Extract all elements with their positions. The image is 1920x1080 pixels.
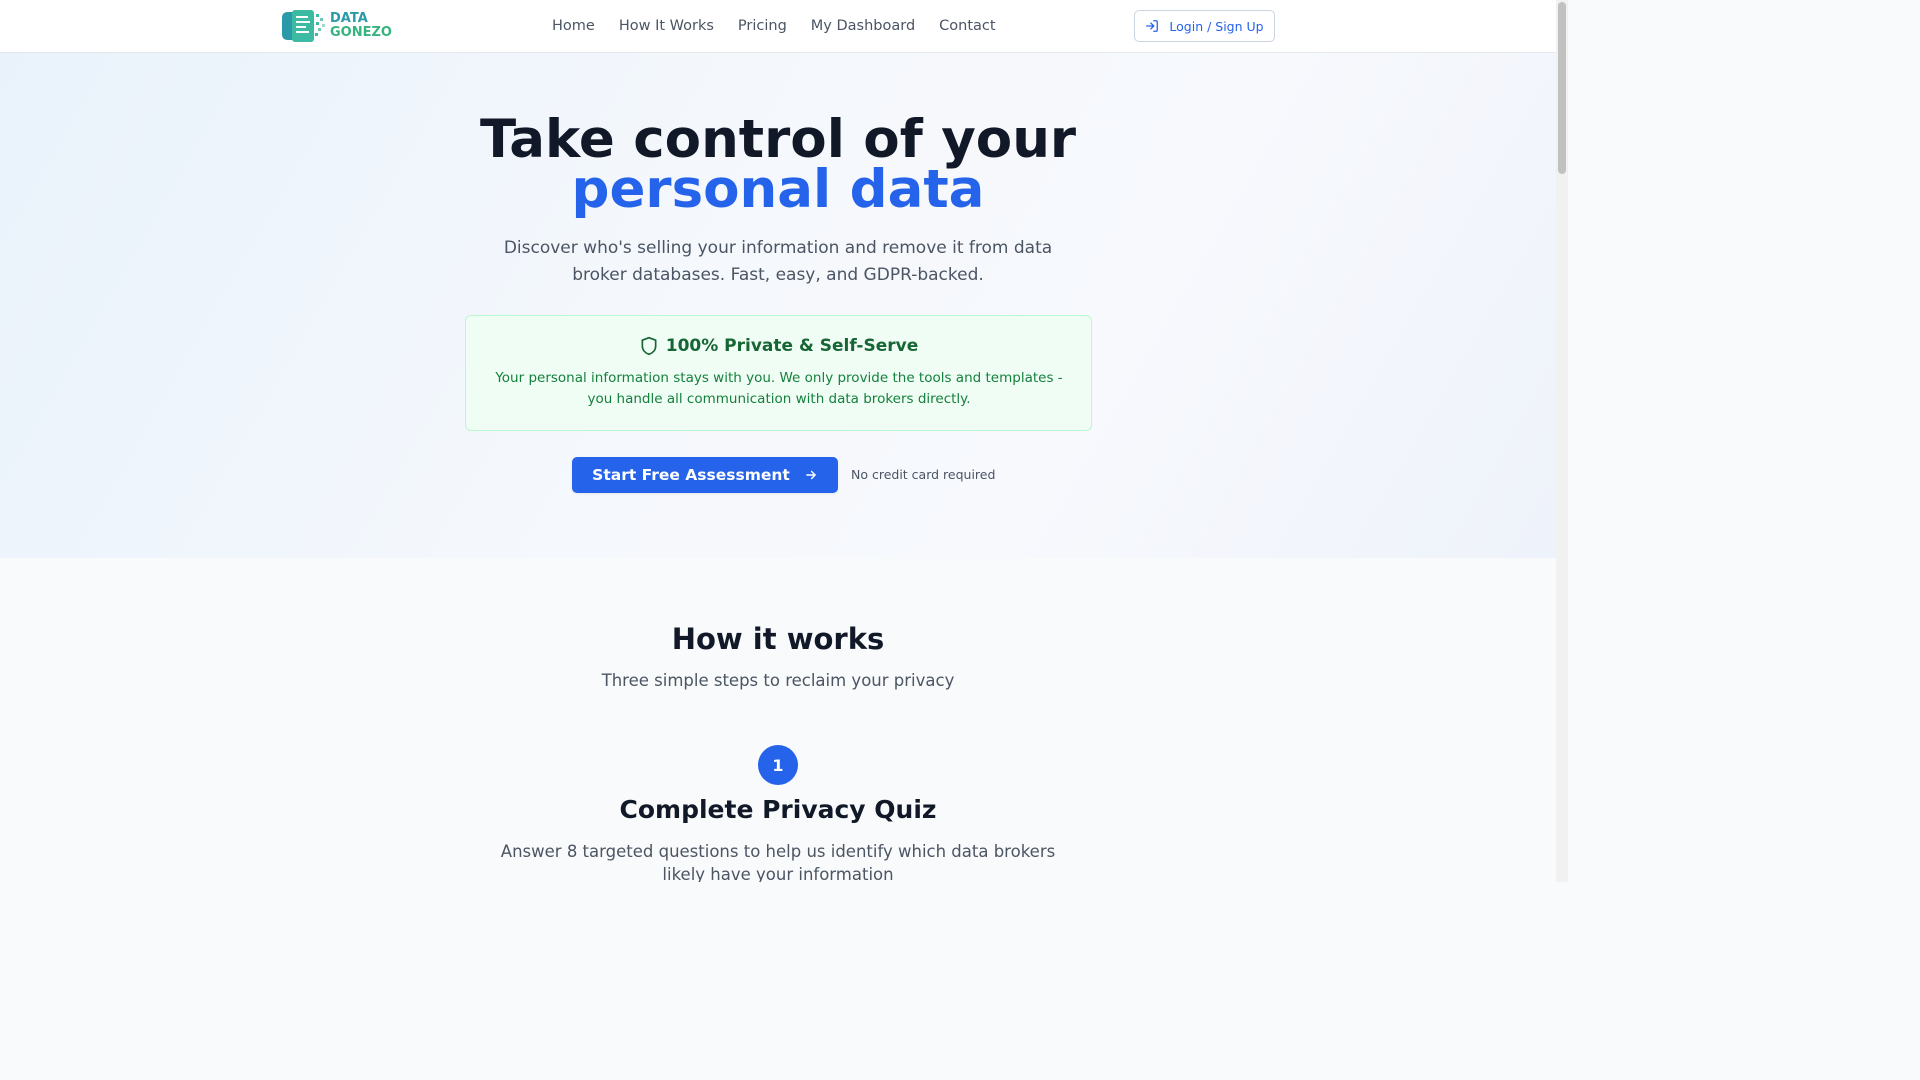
start-free-assessment-label: Start Free Assessment bbox=[592, 466, 790, 484]
brand-line-2: GONEZO bbox=[330, 25, 392, 40]
hero-subtitle: Discover who's selling your information … bbox=[503, 238, 1053, 285]
hero-title-line-2: personal data bbox=[571, 159, 985, 220]
privacy-notice-title-text: 100% Private & Self-Serve bbox=[665, 336, 919, 356]
start-free-assessment-button[interactable]: Start Free Assessment bbox=[572, 457, 838, 493]
arrow-right-icon bbox=[806, 470, 816, 480]
brand-logo[interactable]: DATA GONEZO bbox=[282, 8, 392, 44]
nav-link-how-it-works[interactable]: How It Works bbox=[619, 18, 714, 34]
hero-section: Take control of your personal data Disco… bbox=[0, 53, 1556, 558]
logo-mark-icon bbox=[282, 8, 328, 44]
scrollbar-thumb[interactable] bbox=[1558, 2, 1566, 174]
login-arrow-icon bbox=[1146, 20, 1159, 32]
brand-wordmark: DATA GONEZO bbox=[330, 12, 392, 40]
brand-line-1: DATA bbox=[330, 11, 368, 26]
primary-nav: Home How It Works Pricing My Dashboard C… bbox=[540, 0, 1008, 52]
login-signup-label: Login / Sign Up bbox=[1169, 18, 1264, 34]
step-description: Answer 8 targeted questions to help us i… bbox=[500, 842, 1056, 882]
how-it-works-title: How it works bbox=[671, 622, 885, 656]
privacy-notice-title: 100% Private & Self-Serve bbox=[466, 336, 1091, 356]
step-title: Complete Privacy Quiz bbox=[619, 795, 937, 824]
nav-link-pricing[interactable]: Pricing bbox=[738, 18, 787, 34]
page-scrollbar[interactable] bbox=[1556, 0, 1568, 882]
login-signup-button[interactable]: Login / Sign Up bbox=[1134, 10, 1275, 42]
privacy-notice-box: 100% Private & Self-Serve Your personal … bbox=[465, 315, 1092, 431]
no-credit-card-note: No credit card required bbox=[851, 467, 996, 482]
hero-title: Take control of your personal data bbox=[0, 113, 1556, 220]
shield-icon bbox=[641, 336, 657, 356]
nav-link-home[interactable]: Home bbox=[552, 18, 595, 34]
nav-link-my-dashboard[interactable]: My Dashboard bbox=[811, 18, 915, 34]
page: DATA GONEZO Home How It Works Pricing My… bbox=[0, 0, 1556, 882]
step-number-badge: 1 bbox=[758, 745, 798, 785]
nav-link-contact[interactable]: Contact bbox=[939, 18, 995, 34]
privacy-notice-text: Your personal information stays with you… bbox=[495, 370, 1063, 407]
top-navbar: DATA GONEZO Home How It Works Pricing My… bbox=[0, 0, 1556, 53]
how-it-works-subtitle: Three simple steps to reclaim your priva… bbox=[601, 671, 955, 690]
